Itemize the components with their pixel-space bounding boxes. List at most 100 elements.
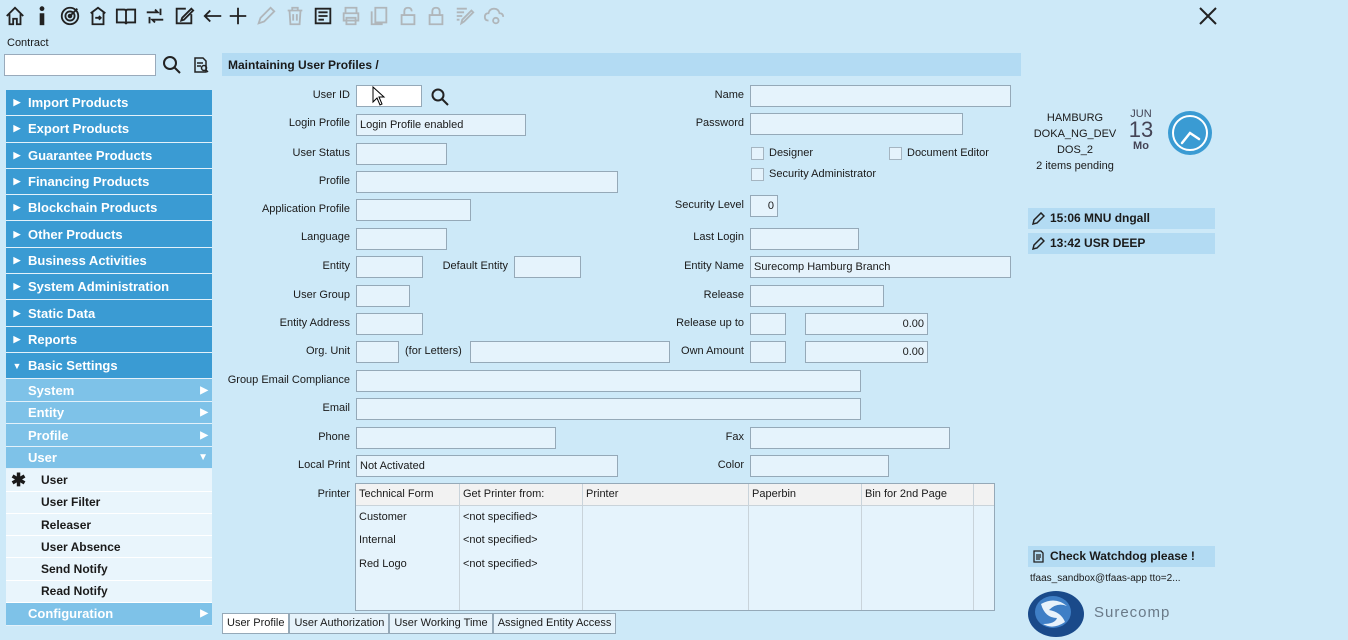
letters-field[interactable] xyxy=(470,341,670,363)
tab-user-profile[interactable]: User Profile xyxy=(222,614,290,634)
color-field[interactable] xyxy=(750,455,889,477)
document-search-icon[interactable] xyxy=(192,56,210,74)
nav-item[interactable]: ▶ Business Activities xyxy=(6,247,212,275)
nav-item[interactable]: ▶ Financing Products xyxy=(6,168,212,196)
application-profile-field[interactable] xyxy=(356,199,471,221)
nav-leaf[interactable]: Releaser xyxy=(6,513,212,537)
edit-list-icon xyxy=(453,4,477,28)
pencil-icon xyxy=(1032,237,1045,250)
entity-field[interactable] xyxy=(356,256,423,278)
phone-field[interactable] xyxy=(356,427,556,449)
recent-item[interactable]: 15:06 MNU dngall xyxy=(1028,208,1215,229)
table-row[interactable]: Red Logo <not specified> xyxy=(356,558,583,570)
book-icon[interactable] xyxy=(114,4,138,28)
edit-icon[interactable] xyxy=(172,4,196,28)
name-field[interactable] xyxy=(750,85,1011,107)
nav-leaf-user[interactable]: ✱ User xyxy=(6,469,212,492)
color-label: Color xyxy=(717,459,744,471)
nav-item[interactable]: ▶ Blockchain Products xyxy=(6,195,212,222)
release-field[interactable] xyxy=(750,285,884,307)
release-up-to-currency-field[interactable] xyxy=(750,313,786,335)
entity-address-field[interactable] xyxy=(356,313,423,335)
user-id-search-icon[interactable] xyxy=(431,88,449,106)
nav-sub-user[interactable]: User ▼ xyxy=(6,446,212,470)
nav-item-basic-settings[interactable]: ▼ Basic Settings xyxy=(6,352,212,380)
release-up-to-amount-field[interactable]: 0.00 xyxy=(805,313,928,335)
fax-label: Fax xyxy=(725,431,744,443)
search-icon[interactable] xyxy=(162,55,182,75)
default-entity-field[interactable] xyxy=(514,256,581,278)
nav-item[interactable]: ▶ Export Products xyxy=(6,116,212,143)
nav-sub-system[interactable]: System ▶ xyxy=(6,379,212,402)
plus-icon[interactable] xyxy=(226,4,250,28)
pending-text[interactable]: 2 items pending xyxy=(1030,158,1120,174)
info-icon[interactable] xyxy=(30,4,54,28)
nav-leaf[interactable]: Read Notify xyxy=(6,580,212,604)
last-login-field[interactable] xyxy=(750,228,859,250)
password-label: Password xyxy=(695,117,744,129)
tab-user-working-time[interactable]: User Working Time xyxy=(389,614,493,634)
close-icon[interactable] xyxy=(1197,5,1219,27)
nav-sub-entity[interactable]: Entity ▶ xyxy=(6,401,212,425)
export-icon[interactable] xyxy=(86,4,110,28)
user-status-field[interactable] xyxy=(356,143,447,165)
nav-item[interactable]: ▶ Other Products xyxy=(6,221,212,248)
user-group-field[interactable] xyxy=(356,285,410,307)
nav-leaf[interactable]: User Absence xyxy=(6,536,212,559)
org-unit-field[interactable] xyxy=(356,341,399,363)
target-icon[interactable] xyxy=(58,4,82,28)
column-header[interactable]: Get Printer from: xyxy=(460,484,583,505)
designer-checkbox[interactable] xyxy=(751,147,764,160)
nav-leaf[interactable]: User Filter xyxy=(6,491,212,514)
document-icon xyxy=(1033,550,1044,563)
table-row[interactable]: Customer <not specified> xyxy=(356,511,583,523)
local-print-field[interactable]: Not Activated xyxy=(356,455,618,477)
nav-item[interactable]: ▶ Guarantee Products xyxy=(6,142,212,169)
fax-field[interactable] xyxy=(750,427,950,449)
pencil-icon xyxy=(254,4,278,28)
exchange-icon[interactable] xyxy=(143,4,167,28)
print-icon xyxy=(339,4,363,28)
nav-leaf[interactable]: Send Notify xyxy=(6,558,212,581)
document-editor-label: Document Editor xyxy=(907,147,989,159)
user-id-input[interactable] xyxy=(356,85,422,107)
own-amount-label: Own Amount xyxy=(681,345,744,357)
report-icon[interactable] xyxy=(311,4,335,28)
nav-item[interactable]: ▶ Import Products xyxy=(6,90,212,117)
server-text: DOS_2 xyxy=(1056,144,1094,156)
designer-label: Designer xyxy=(769,147,814,159)
column-header[interactable]: Paperbin xyxy=(749,484,862,505)
login-profile-field[interactable]: Login Profile enabled xyxy=(356,114,526,136)
profile-field[interactable] xyxy=(356,171,618,193)
nav-item[interactable]: ▶ Static Data xyxy=(6,300,212,327)
nav-item[interactable]: ▶ Reports xyxy=(6,326,212,353)
own-amount-currency-field[interactable] xyxy=(750,341,786,363)
tab-user-authorization[interactable]: User Authorization xyxy=(289,614,390,634)
group-email-label: Group Email Compliance xyxy=(227,374,350,386)
column-header[interactable]: Bin for 2nd Page xyxy=(862,484,974,505)
security-level-field[interactable]: 0 xyxy=(750,195,778,217)
own-amount-field[interactable]: 0.00 xyxy=(805,341,928,363)
recent-item[interactable]: 13:42 USR DEEP xyxy=(1028,233,1215,254)
nav-sub-profile[interactable]: Profile ▶ xyxy=(6,424,212,447)
trash-icon xyxy=(283,4,307,28)
contract-input[interactable] xyxy=(4,54,156,76)
home-icon[interactable] xyxy=(3,4,27,28)
release-label: Release xyxy=(703,289,744,301)
column-header[interactable]: Technical Form xyxy=(356,484,460,505)
password-field[interactable] xyxy=(750,113,963,135)
login-profile-label: Login Profile xyxy=(288,117,350,129)
document-editor-checkbox[interactable] xyxy=(889,147,902,160)
email-field[interactable] xyxy=(356,398,861,420)
column-header[interactable]: Printer xyxy=(583,484,749,505)
security-admin-checkbox[interactable] xyxy=(751,168,764,181)
nav-sub-configuration[interactable]: Configuration ▶ xyxy=(6,603,212,626)
language-field[interactable] xyxy=(356,228,447,250)
back-arrow-icon[interactable] xyxy=(201,4,225,28)
group-email-field[interactable] xyxy=(356,370,861,392)
table-row[interactable]: Internal <not specified> xyxy=(356,534,583,546)
tab-assigned-entity-access[interactable]: Assigned Entity Access xyxy=(492,614,617,634)
watchdog-alert[interactable]: Check Watchdog please ! xyxy=(1028,546,1215,567)
nav-item[interactable]: ▶ System Administration xyxy=(6,274,212,301)
entity-name-field[interactable]: Surecomp Hamburg Branch xyxy=(750,256,1011,278)
